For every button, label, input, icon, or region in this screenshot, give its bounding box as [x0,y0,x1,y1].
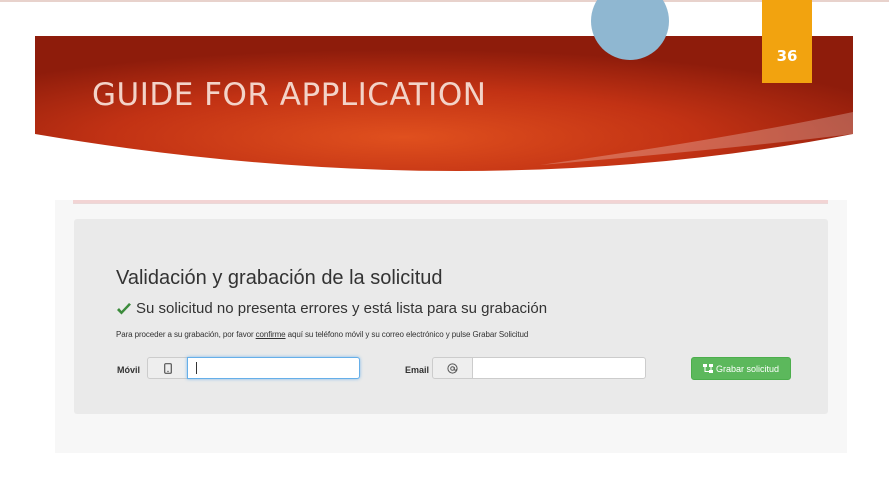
instructions-part-2: aquí su teléfono móvil y su correo elect… [285,330,529,339]
page-number: 36 [776,46,798,65]
instructions-part-1: Para proceder a su grabación, por favor [116,330,256,339]
form-heading: Validación y grabación de la solicitud [116,267,443,289]
status-text: Su solicitud no presenta errores y está … [136,300,548,317]
email-addon [432,357,473,379]
slide-title: GUIDE FOR APPLICATION [92,77,487,113]
mobile-phone-icon [163,362,172,374]
movil-addon [147,357,188,379]
save-application-button[interactable]: Grabar solicitud [691,357,791,380]
text-caret [196,362,197,374]
save-button-label: Grabar solicitud [715,363,780,374]
status-message: Su solicitud no presenta errores y está … [116,300,547,317]
movil-input[interactable] [187,357,360,379]
email-label: Email [405,365,430,375]
application-form-screenshot: Validación y grabación de la solicitud S… [55,200,847,453]
movil-label: Móvil [117,365,141,375]
save-sitemap-icon [702,364,713,373]
at-sign-icon [447,362,458,374]
panel-top-border [73,200,828,204]
checkmark-icon [117,302,131,314]
email-input[interactable] [472,357,646,379]
page-number-tab: 36 [762,0,812,83]
instructions-text: Para proceder a su grabación, por favor … [116,330,528,339]
confirm-link[interactable]: confirme [256,330,286,339]
validation-panel: Validación y grabación de la solicitud S… [74,219,828,414]
